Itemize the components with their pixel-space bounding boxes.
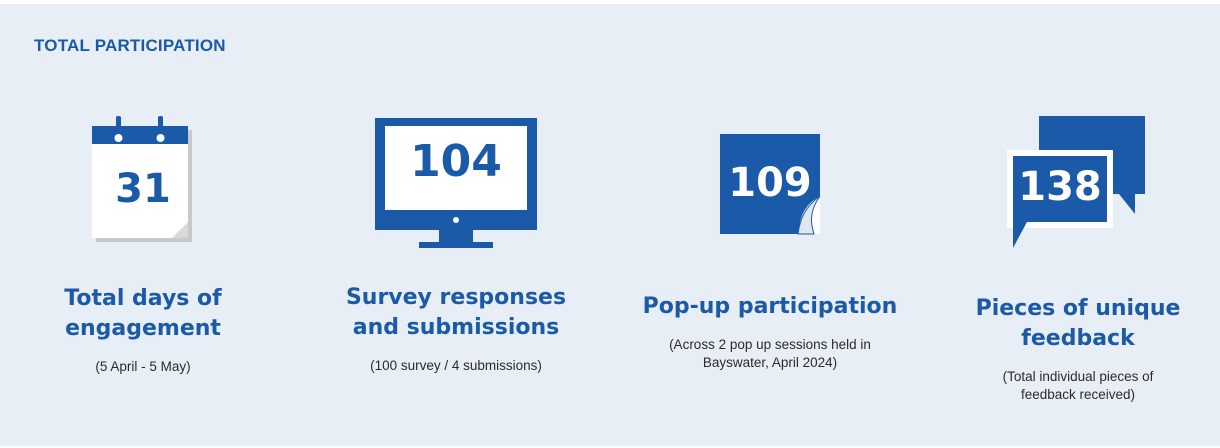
stat-value: 104 <box>410 136 502 187</box>
stat-title-line2: and submissions <box>352 315 560 340</box>
stat-unique-feedback: 138 Pieces of unique feedback (Total ind… <box>948 114 1208 404</box>
monitor-icon: 104 <box>371 114 541 249</box>
page-curl-icon: 109 <box>710 114 830 244</box>
stat-note: (5 April - 5 May) <box>95 359 191 374</box>
stat-title-line2: feedback <box>1021 326 1135 351</box>
calendar-icon: 31 <box>88 114 198 244</box>
stat-value: 31 <box>115 166 171 212</box>
stat-value: 109 <box>728 160 812 206</box>
stat-note-line2: feedback received) <box>1020 387 1136 402</box>
participation-panel: TOTAL PARTICIPATION 31 Total days of eng… <box>0 4 1220 446</box>
stat-survey-responses: 104 Survey responses and submissions (10… <box>326 114 586 375</box>
stat-title-line2: engagement <box>65 316 221 341</box>
stat-note-line1: (Across 2 pop up sessions held in <box>669 337 871 352</box>
stat-days-of-engagement: 31 Total days of engagement (5 April - 5… <box>13 114 273 376</box>
stat-title-line1: Total days of <box>64 286 222 311</box>
stat-popup-participation: 109 Pop-up participation (Across 2 pop u… <box>640 114 900 372</box>
stat-title-line1: Pop-up participation <box>642 294 898 319</box>
stat-title-line1: Survey responses <box>345 285 567 310</box>
speech-bubbles-icon: 138 <box>1003 114 1153 254</box>
stat-value: 138 <box>1018 164 1102 210</box>
stat-title-line1: Pieces of unique <box>975 296 1181 321</box>
stat-note: (100 survey / 4 submissions) <box>370 358 542 373</box>
stat-note-line2: Bayswater, April 2024) <box>702 355 838 370</box>
stat-note-line1: (Total individual pieces of <box>1002 369 1154 384</box>
section-heading: TOTAL PARTICIPATION <box>34 36 226 55</box>
